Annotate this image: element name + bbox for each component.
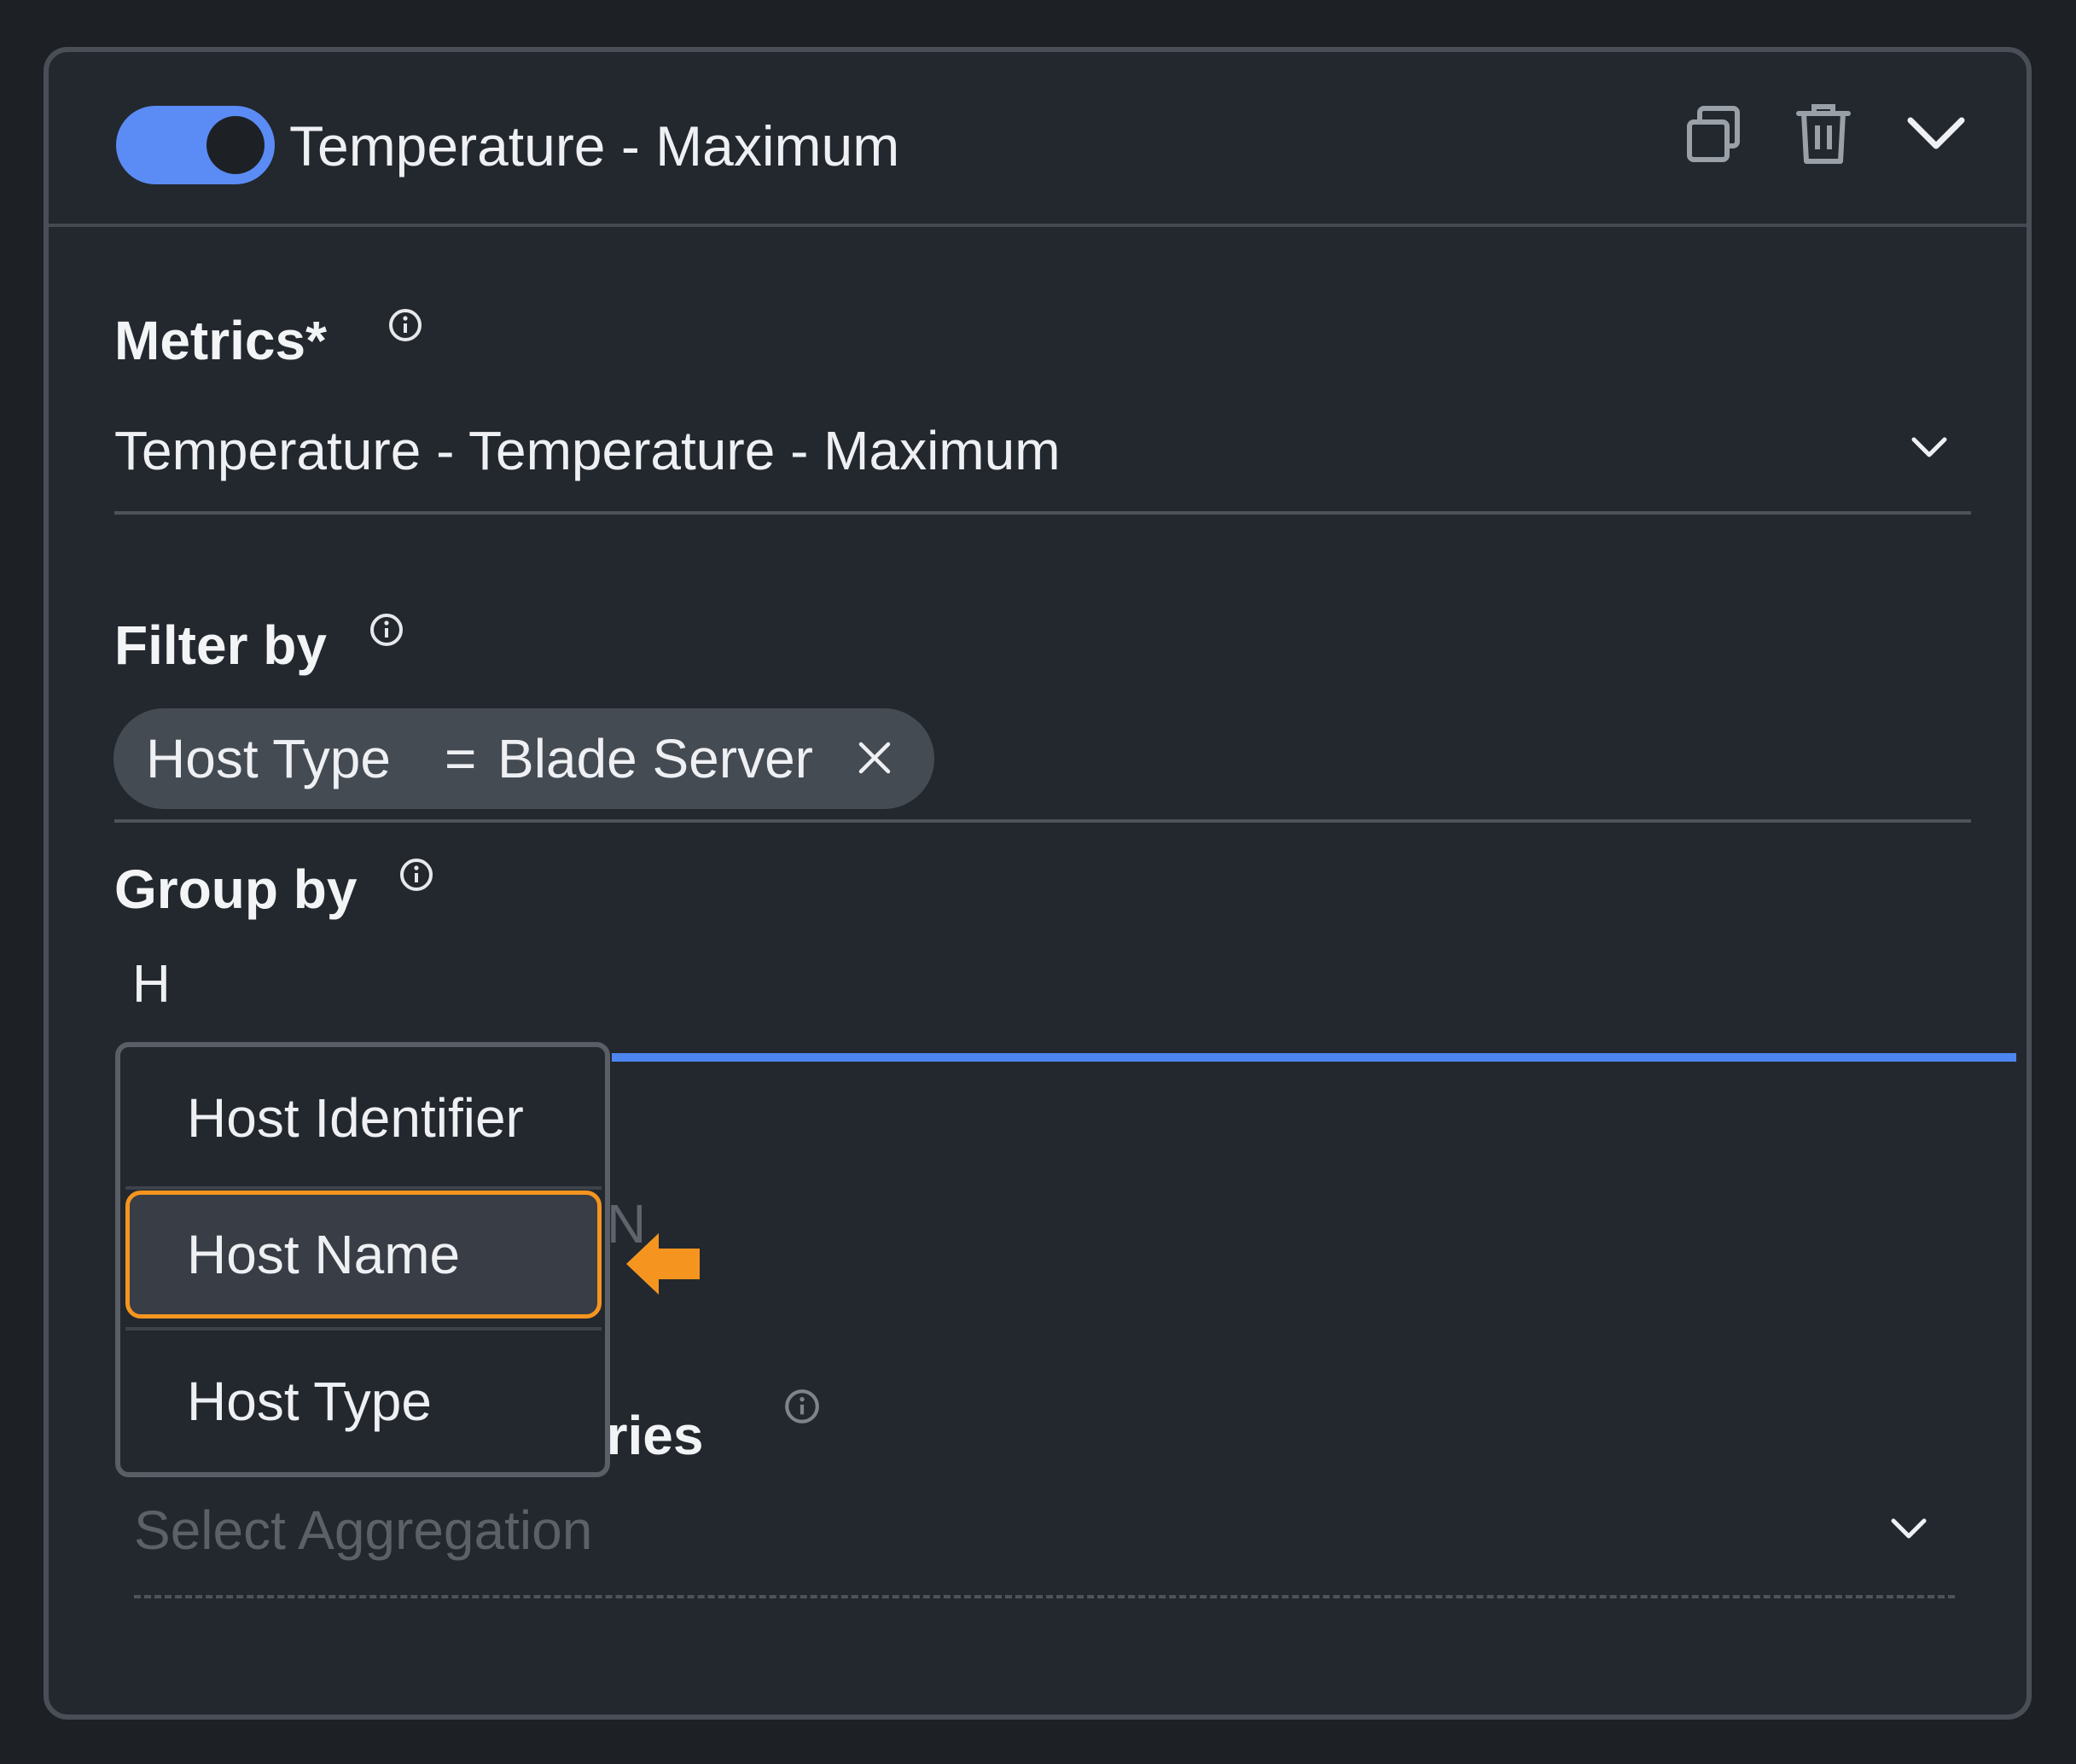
dropdown-divider [125, 1186, 602, 1190]
collapse-chevron-icon[interactable] [1905, 114, 1967, 157]
filter-info-icon[interactable] [368, 611, 405, 653]
metrics-info-icon[interactable] [387, 306, 424, 348]
filter-underline [114, 819, 1971, 823]
group-by-info-icon[interactable] [398, 856, 435, 898]
dropdown-item-host-identifier[interactable]: Host Identifier [125, 1054, 602, 1182]
toggle-knob [206, 116, 265, 174]
trash-icon[interactable] [1795, 102, 1852, 171]
enable-toggle[interactable] [116, 106, 275, 184]
dropdown-item-label: Host Name [187, 1224, 461, 1285]
group-by-active-underline [612, 1053, 2016, 1062]
metrics-select[interactable]: Temperature - Temperature - Maximum [114, 417, 1061, 484]
copy-icon[interactable] [1684, 103, 1746, 169]
aggregate-info-icon[interactable] [782, 1387, 822, 1430]
filter-chip-key: Host Type [146, 728, 391, 789]
dropdown-item-host-type[interactable]: Host Type [125, 1337, 602, 1465]
filter-by-label: Filter by [114, 614, 327, 676]
group-by-input[interactable]: H [132, 952, 171, 1017]
dropdown-divider [125, 1327, 602, 1330]
dropdown-item-label: Host Identifier [187, 1087, 524, 1149]
group-by-label: Group by [114, 859, 358, 920]
filter-chip[interactable]: Host Type = Blade Server [113, 708, 934, 809]
filter-chip-operator: = [445, 728, 477, 789]
dropdown-item-label: Host Type [187, 1371, 432, 1432]
dropdown-item-host-name[interactable]: Host Name [125, 1191, 602, 1319]
card-title: Temperature - Maximum [289, 114, 900, 178]
annotation-arrow-icon [625, 1230, 701, 1302]
filter-chip-value: Blade Server [497, 728, 813, 789]
metrics-label: Metrics* [114, 310, 327, 371]
aggregation-chevron-down-icon[interactable] [1888, 1516, 1929, 1547]
group-by-dropdown: Host Identifier Host Name Host Type [115, 1042, 610, 1477]
metrics-chevron-down-icon[interactable] [1909, 434, 1950, 466]
aggregation-dashed-underline [134, 1595, 1955, 1598]
card-header: Temperature - Maximum [49, 52, 2027, 227]
metrics-underline [114, 511, 1971, 515]
query-card: Temperature - Maximum Metrics* Temperatu… [44, 47, 2032, 1720]
app-frame: Temperature - Maximum Metrics* Temperatu… [0, 0, 2076, 1764]
aggregation-select[interactable]: Select Aggregation [134, 1497, 592, 1563]
remove-filter-close-icon[interactable] [854, 737, 895, 783]
